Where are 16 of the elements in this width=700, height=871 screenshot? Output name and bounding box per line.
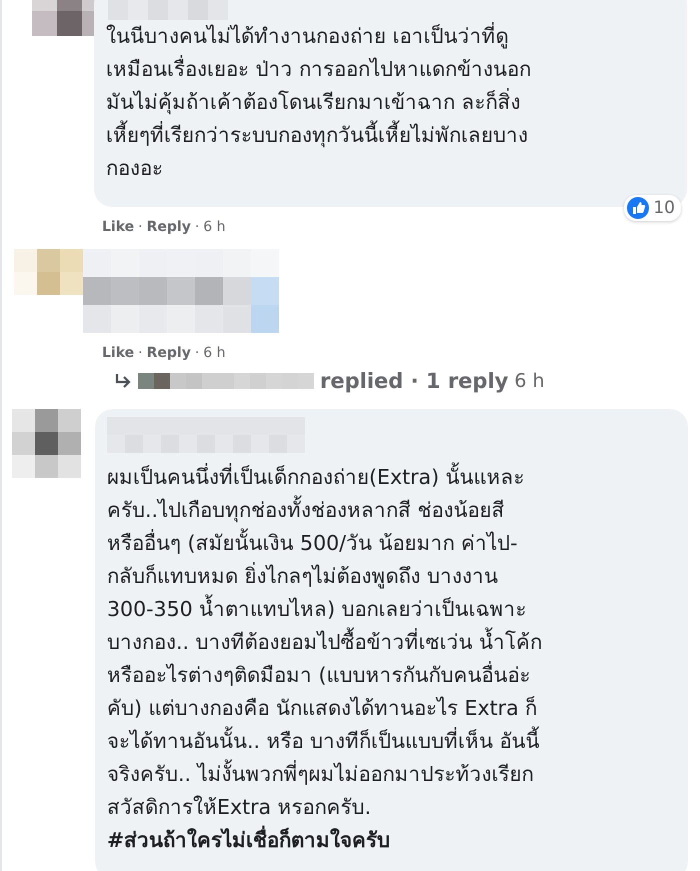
comment-text: ผมเป็นคนนึ่งที่เป็นเด็กกองถ่าย(Extra) นั้นแหละ ครับ..ไปเกือบทุกช่องทั้งช่องหลากสี ช่องน้อยสี หรืออื่นๆ (สมัยนั้นเงิน 500/วัน น้อยมาก ค่าไป- กลับก็แทบหมด ยิ่งไกลๆไม่ต้องพูดถึง บางงาน 300-350 น้ำตาแทบไหล) บอกเลยว่าเป็นเฉพาะ บางกอง.. บางทีต้องยอมไปซื้อข้าวที่เซเว่น น้ำโค้ก หรืออะไรต่างๆติดมือมา (แบบหารกันกับคนอื่นอ่ะ คับ) แต่บางกองคือ นักแสดงได้ทานอะไร Extra ก็ จะได้ทานอันนั้น.. หรือ บางทีก็เป็นแบบที่เห็น อันนี้ จริงครับ.. ไม่งั้นพวกพี่ๆผมไม่ออกมาประท้วงเรียก สวัสดิการให้Extra หรอกครับ.: [107, 461, 670, 824]
comment-action-link[interactable]: Like: [102, 219, 134, 235]
separator-dot: ·: [138, 345, 143, 361]
separator-dot: ·: [194, 219, 200, 235]
comment-action-link[interactable]: Like: [102, 345, 134, 361]
separator-dot: ·: [194, 345, 200, 361]
comment-action-link[interactable]: Reply: [146, 219, 191, 235]
comment-action-link[interactable]: Reply: [146, 345, 191, 361]
comment-time: 6 h: [203, 219, 226, 235]
view-replies-link[interactable]: replied · 1 reply: [320, 369, 508, 393]
hashtag: #ส่วนถ้าใครไม่เชื่อก็ตามใจครับ: [107, 824, 670, 857]
comment-text: ในนีบางคนไม่ได้ทำงานกองถ่าย เอาเป็นว่าที่ดู เหมือนเรื่องเยอะ ป่าว การออกไปหาแดกข้างนอก มันไม่คุ้มถ้าเค้าต้องโดนเรียกมาเข้าฉาก ละก็สิ่ง เหี้ยๆที่เรียกว่าระบบกองทุกวันนี้เหี้ยไม่พักเลยบาง กองอะ: [106, 21, 532, 182]
reply-time: 6 h: [514, 370, 545, 392]
reaction-count[interactable]: 10: [624, 195, 681, 221]
separator-dot: ·: [138, 219, 143, 235]
comment-time: 6 h: [203, 345, 226, 361]
